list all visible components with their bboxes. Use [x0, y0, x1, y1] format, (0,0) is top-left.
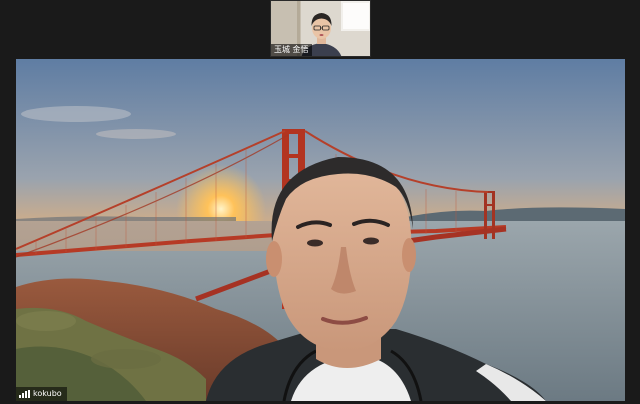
thumbnail-participant-name: 玉城 金悟 — [271, 44, 312, 56]
main-participant-name-tag: kokubo — [16, 387, 67, 401]
signal-strength-icon — [19, 390, 30, 398]
main-participant-name: kokubo — [33, 389, 62, 398]
main-video-tile[interactable]: kokubo — [16, 59, 625, 401]
meeting-window: 玉城 金悟 kokubo — [0, 0, 640, 404]
virtual-background-golden-gate — [16, 59, 625, 401]
participant-thumbnail[interactable]: 玉城 金悟 — [270, 0, 371, 57]
